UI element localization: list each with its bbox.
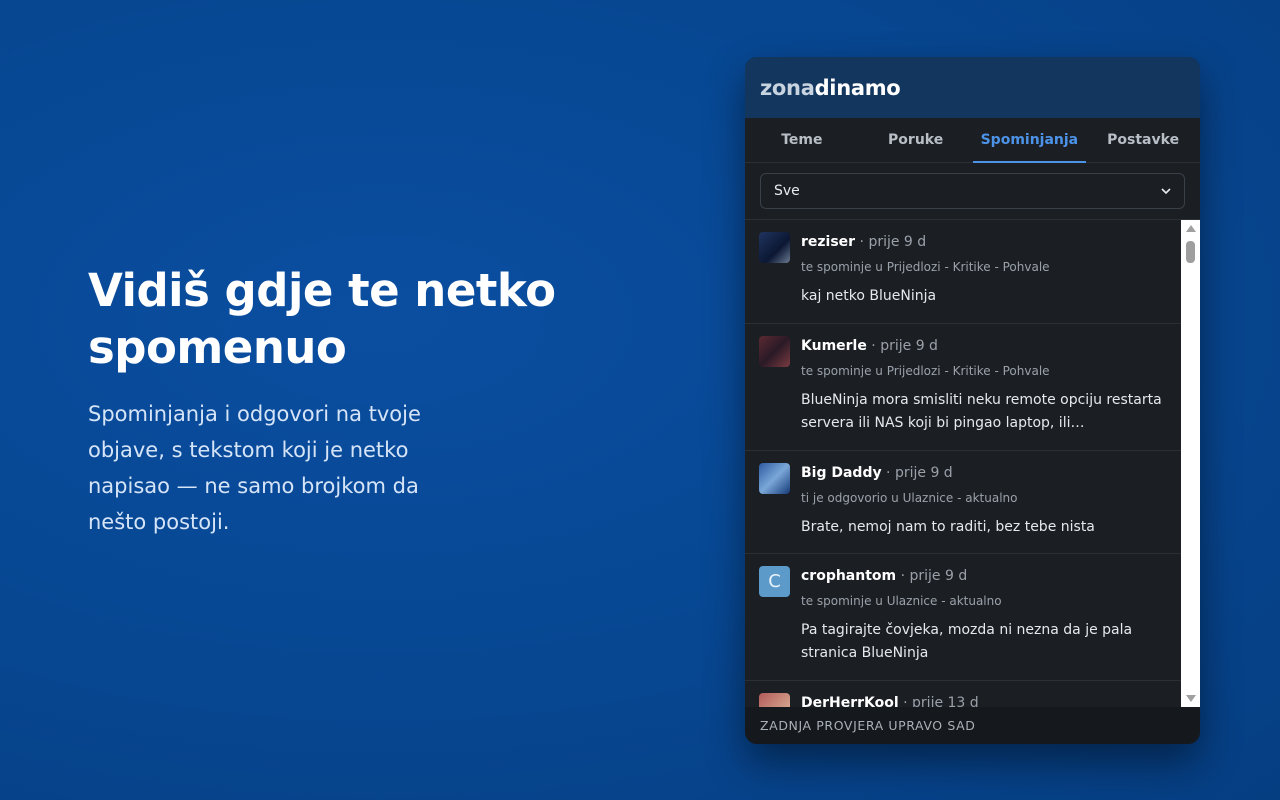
mention-item[interactable]: C crophantom · prije 9 d te spominje u U… (745, 554, 1181, 681)
mention-context: ti je odgovorio u Ulaznice - aktualno (801, 491, 1018, 505)
user-avatar (759, 336, 790, 367)
popup-header: zonadinamo (745, 57, 1200, 118)
zonadinamo-logo: zonadinamo (760, 75, 901, 100)
timestamp: · prije 9 d (896, 568, 968, 584)
mention-meta: DerHerrKool · prije 13 d (801, 693, 1167, 707)
hero: Vidiš gdje te netko spomenuo Spominjanja… (88, 262, 608, 540)
timestamp: · prije 9 d (866, 338, 938, 354)
scroll-up-arrow-icon[interactable] (1186, 225, 1196, 232)
last-check-status: ZADNJA PROVJERA UPRAVO SAD (745, 707, 1200, 744)
mention-meta: Big Daddy · prije 9 d (801, 463, 1167, 483)
mention-meta: Kumerle · prije 9 d (801, 336, 1167, 356)
username[interactable]: Kumerle (801, 338, 867, 354)
username[interactable]: reziser (801, 234, 855, 250)
scrollbar-thumb[interactable] (1186, 241, 1195, 263)
username[interactable]: crophantom (801, 568, 896, 584)
mention-text: kaj netko BlueNinja (801, 288, 937, 304)
mentions-list-area: reziser · prije 9 d te spominje u Prijed… (745, 220, 1200, 707)
mention-context: te spominje u Prijedlozi - Kritike - Poh… (801, 364, 1050, 378)
mention-body: Big Daddy · prije 9 d ti je odgovorio u … (801, 463, 1167, 539)
tab-teme[interactable]: Teme (745, 118, 859, 162)
mention-meta: crophantom · prije 9 d (801, 566, 1167, 586)
extension-popup: zonadinamo Teme Poruke Spominjanja Posta… (745, 57, 1200, 744)
timestamp: · prije 13 d (898, 695, 979, 707)
user-avatar (759, 463, 790, 494)
mention-text: BlueNinja mora smisliti neku remote opci… (801, 392, 1162, 431)
hero-description: Spominjanja i odgovori na tvoje objave, … (88, 402, 421, 534)
mention-meta: reziser · prije 9 d (801, 232, 1167, 252)
username[interactable]: DerHerrKool (801, 695, 899, 707)
mention-text: Pa tagirajte čovjeka, mozda ni nezna da … (801, 622, 1133, 661)
scrollbar[interactable] (1181, 220, 1200, 707)
hero-title: Vidiš gdje te netko spomenuo (88, 264, 556, 374)
timestamp: · prije 9 d (881, 465, 953, 481)
scroll-down-arrow-icon[interactable] (1186, 695, 1196, 702)
mention-item[interactable]: Big Daddy · prije 9 d ti je odgovorio u … (745, 451, 1181, 554)
logo-part-zona: zona (760, 75, 815, 100)
filter-selected-value: Sve (774, 183, 800, 199)
user-avatar: C (759, 566, 790, 597)
filter-row: Sve (745, 163, 1200, 220)
username[interactable]: Big Daddy (801, 465, 882, 481)
timestamp: · prije 9 d (855, 234, 927, 250)
mention-item[interactable]: reziser · prije 9 d te spominje u Prijed… (745, 220, 1181, 324)
tab-postavke[interactable]: Postavke (1086, 118, 1200, 162)
chevron-down-icon (1161, 188, 1171, 195)
mention-body: DerHerrKool · prije 13 d (801, 693, 1167, 707)
mentions-list: reziser · prije 9 d te spominje u Prijed… (745, 220, 1181, 707)
mention-context: te spominje u Ulaznice - aktualno (801, 594, 1002, 608)
mention-text: Brate, nemoj nam to raditi, bez tebe nis… (801, 519, 1095, 535)
mention-context: te spominje u Prijedlozi - Kritike - Poh… (801, 260, 1050, 274)
tab-spominjanja[interactable]: Spominjanja (972, 118, 1087, 163)
mention-body: reziser · prije 9 d te spominje u Prijed… (801, 232, 1167, 309)
mention-item[interactable]: Kumerle · prije 9 d te spominje u Prijed… (745, 324, 1181, 451)
mention-body: Kumerle · prije 9 d te spominje u Prijed… (801, 336, 1167, 436)
logo-part-dinamo: dinamo (814, 75, 901, 100)
user-avatar (759, 232, 790, 263)
user-avatar (759, 693, 790, 707)
mention-body: crophantom · prije 9 d te spominje u Ula… (801, 566, 1167, 666)
tab-poruke[interactable]: Poruke (859, 118, 973, 162)
tab-bar: Teme Poruke Spominjanja Postavke (745, 118, 1200, 163)
filter-select[interactable]: Sve (760, 173, 1185, 209)
mention-item[interactable]: DerHerrKool · prije 13 d (745, 681, 1181, 707)
